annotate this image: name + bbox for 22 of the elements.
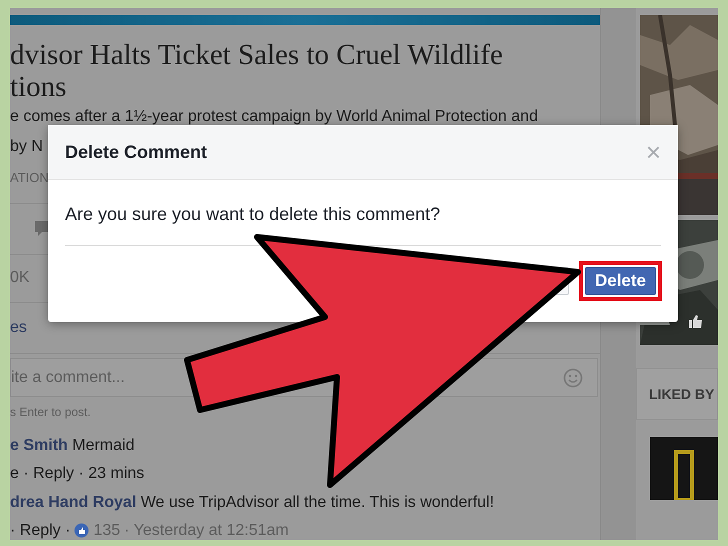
like-icon [74,523,90,538]
source-label: ATION [10,168,49,187]
dialog-title: Delete Comment [65,140,208,164]
comment-hint: s Enter to post. [10,404,92,422]
article-byline: by N [10,136,43,157]
comment-text: drea Hand Royal We use TripAdvisor all the time. This is wonderful! [10,493,496,514]
delete-button[interactable]: Delete [584,267,656,295]
comment-time: · Yesterday at 12:51am [124,520,289,540]
comment-meta: e · Reply · 23 mins [10,464,144,484]
dialog-message: Are you sure you want to delete this comment? [65,203,442,226]
like-count: 135 [93,520,120,540]
reaction-count: 0K [10,268,30,288]
article-summary: e comes after a 1½-year protest campaign by World Animal Protection and [10,106,538,127]
comment-meta: · Reply · [10,520,70,540]
like-icon [689,315,703,328]
rectangle-logo-icon [674,450,694,500]
liked-by-heading: LIKED BY [649,384,714,404]
headline-line[interactable]: dvisor Halts Ticket Sales to Cruel Wildlife [10,38,600,71]
comment-text: e Smith Mermaid [10,436,136,456]
shares-link[interactable]: es [10,316,27,340]
headline-line[interactable]: tions [10,70,600,103]
page-avatar[interactable] [650,437,718,500]
